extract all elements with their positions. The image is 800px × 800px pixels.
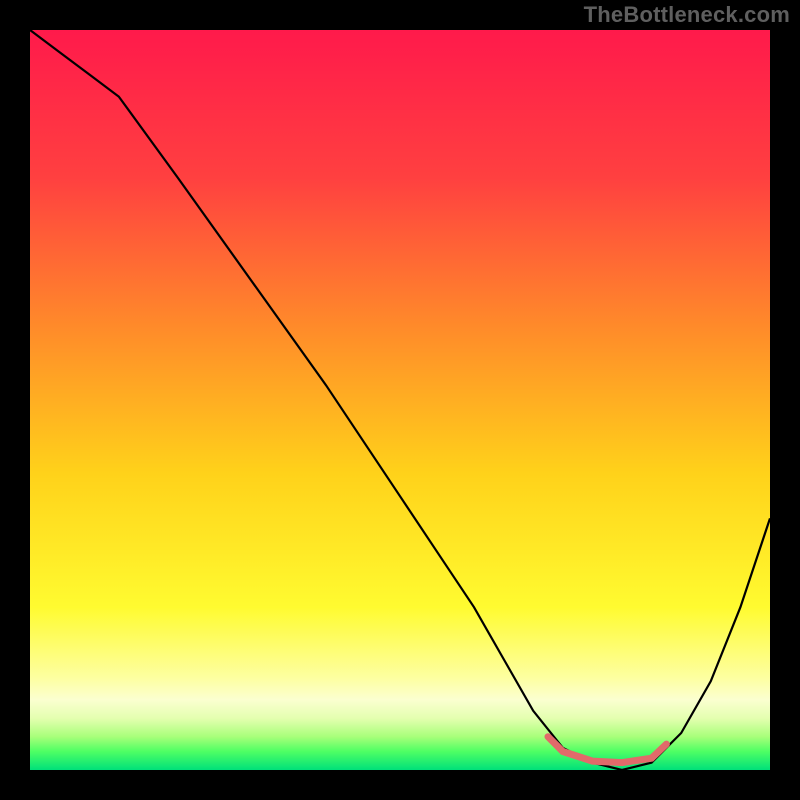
chart-frame: TheBottleneck.com [0,0,800,800]
plot-area [30,30,770,770]
chart-svg [30,30,770,770]
gradient-background [30,30,770,770]
attribution-label: TheBottleneck.com [584,2,790,28]
